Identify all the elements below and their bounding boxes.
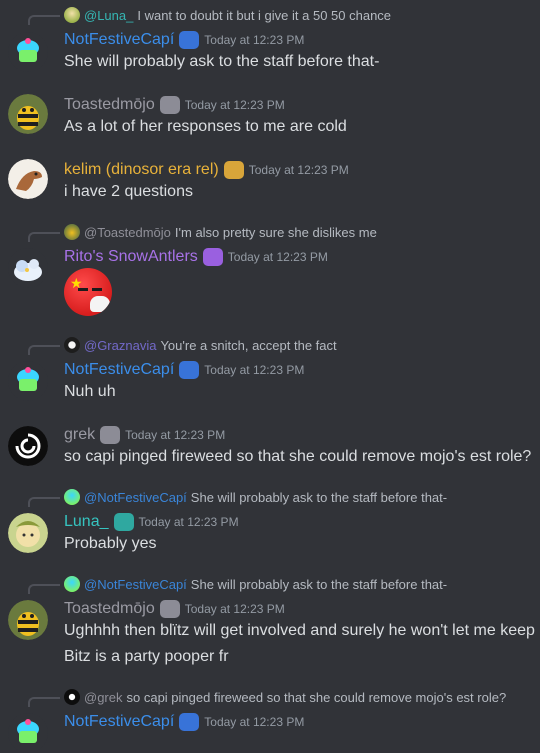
reply-username[interactable]: @Luna_ [84,8,133,23]
reply-preview[interactable]: @grek so capi pinged fireweed so that sh… [64,688,506,706]
blue-badge-icon [179,31,200,49]
message-text: Nuh uh [64,383,116,400]
china-ball-emoji[interactable]: ★ [64,268,112,316]
username[interactable]: NotFestiveCapí [64,31,174,49]
cupcake-avatar-icon[interactable] [8,713,48,753]
grey-badge-icon [100,426,121,444]
timestamp: Today at 12:23 PM [204,715,305,729]
cupcake-avatar-icon[interactable] [8,361,48,401]
reply-username[interactable]: @Graznavia [84,338,156,353]
username[interactable]: grek [64,426,95,444]
reply-text[interactable]: I'm also pretty sure she dislikes me [175,225,377,240]
teal-badge-icon [113,513,134,531]
username[interactable]: NotFestiveCapí [64,361,174,379]
timestamp: Today at 12:23 PM [138,515,239,529]
reply-preview[interactable]: @Luna_ I want to doubt it but i give it … [64,6,391,24]
reply-text[interactable]: I want to doubt it but i give it a 50 50… [137,8,391,23]
timestamp: Today at 12:23 PM [204,363,305,377]
reply-username[interactable]: @NotFestiveCapí [84,490,187,505]
reply-spine [28,345,60,355]
message-text: As a lot of her responses to me are cold [64,118,347,135]
graznavia-avatar-icon [64,337,80,353]
reply-preview[interactable]: @Graznavia You're a snitch, accept the f… [64,336,337,354]
reply-spine [28,584,60,594]
message-text: Ughhhh then blïtz will get involved and … [64,622,540,639]
gold-badge-icon [223,161,244,179]
reply-username[interactable]: @NotFestiveCapí [84,577,187,592]
cupcake-avatar-icon [64,576,80,592]
username[interactable]: kelim (dinosor era rel) [64,161,219,179]
username[interactable]: Luna_ [64,513,109,531]
reply-preview[interactable]: @NotFestiveCapí She will probably ask to… [64,575,447,593]
reply-text[interactable]: She will probably ask to the staff befor… [191,577,447,592]
reply-username[interactable]: @Toastedmōjo [84,225,171,240]
dinosaur-avatar-icon[interactable] [8,159,48,199]
message-text: Probably yes [64,535,157,552]
timestamp: Today at 12:23 PM [248,163,349,177]
timestamp: Today at 12:23 PM [184,98,285,112]
username[interactable]: NotFestiveCapí [64,713,174,731]
timestamp: Today at 12:23 PM [184,602,285,616]
timestamp: Today at 12:23 PM [227,250,328,264]
luna-avatar-icon [64,7,80,23]
reply-text[interactable]: so capi pinged fireweed so that she coul… [127,690,507,705]
reply-text[interactable]: You're a snitch, accept the fact [160,338,336,353]
reply-spine [28,15,60,25]
cupcake-avatar-icon [64,489,80,505]
purple-badge-icon [202,248,223,266]
reply-spine [28,232,60,242]
message-text: so capi pinged fireweed so that she coul… [64,448,532,465]
bee-avatar-icon[interactable] [8,94,48,134]
reply-preview[interactable]: @NotFestiveCapí She will probably ask to… [64,488,447,506]
reply-spine [28,697,60,707]
reply-spine [28,497,60,507]
swirl-avatar-icon[interactable] [8,426,48,466]
message-text: Bitz is a party pooper fr [64,648,229,665]
timestamp: Today at 12:23 PM [125,428,226,442]
blue-badge-icon [179,713,200,731]
timestamp: Today at 12:23 PM [204,33,305,47]
chat-messages: @Luna_ I want to doubt it but i give it … [0,0,540,753]
luna-avatar-icon[interactable] [8,513,48,553]
eye-icon [92,288,102,291]
username[interactable]: Toastedmōjo [64,600,155,618]
cupcake-avatar-icon[interactable] [8,32,48,72]
bee-avatar-icon [64,224,80,240]
grey-badge-icon [159,600,180,618]
message-text: i have 2 questions [64,183,193,200]
reply-username[interactable]: @grek [84,690,123,705]
hand-icon [90,296,110,312]
reply-preview[interactable]: @Toastedmōjo I'm also pretty sure she di… [64,223,377,241]
username[interactable]: Rito's SnowAntlers [64,248,198,266]
swirl-avatar-icon [64,689,80,705]
reply-text[interactable]: She will probably ask to the staff befor… [191,490,447,505]
bee-avatar-icon[interactable] [8,600,48,640]
snow-avatar-icon[interactable] [8,248,48,288]
eye-icon [78,288,88,291]
emoji-image: ★ [64,268,112,316]
blue-badge-icon [179,361,200,379]
grey-badge-icon [159,96,180,114]
username[interactable]: Toastedmōjo [64,96,155,114]
message-text: She will probably ask to the staff befor… [64,53,380,70]
